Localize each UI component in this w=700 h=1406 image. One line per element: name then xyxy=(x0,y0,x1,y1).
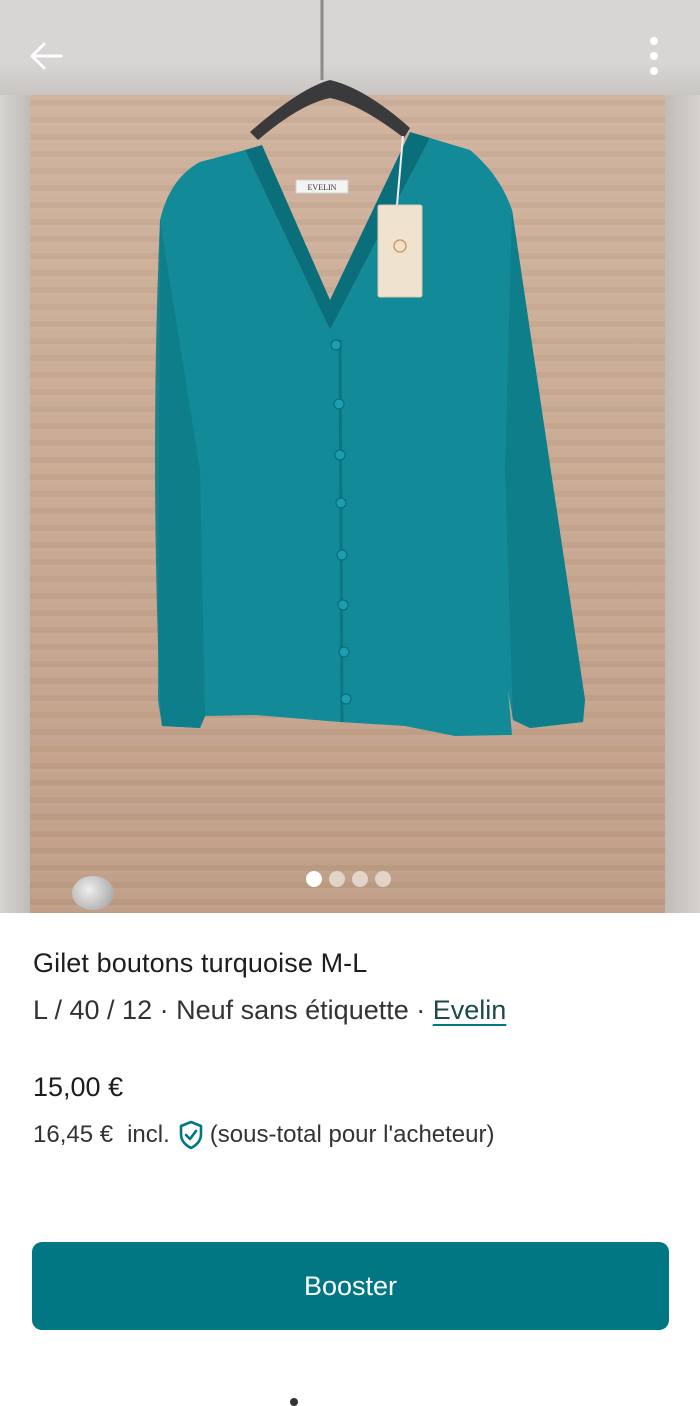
gallery-indicator xyxy=(306,871,391,887)
gallery-dot[interactable] xyxy=(352,871,368,887)
shield-check-icon xyxy=(179,1120,203,1150)
item-condition: Neuf sans étiquette xyxy=(176,995,409,1025)
item-size: L / 40 / 12 xyxy=(33,995,153,1025)
cardigan-image: EVELIN xyxy=(155,0,585,736)
buyer-subtotal-note: (sous-total pour l'acheteur) xyxy=(209,1121,495,1148)
item-title: Gilet boutons turquoise M-L xyxy=(33,948,368,978)
brand-link[interactable]: Evelin xyxy=(433,995,507,1025)
arrow-left-icon xyxy=(30,42,63,70)
separator: · xyxy=(152,995,177,1025)
more-options-button[interactable] xyxy=(634,32,674,80)
separator: · xyxy=(408,995,433,1025)
cardigan-placket xyxy=(338,339,344,723)
garment-label-text: EVELIN xyxy=(308,183,337,192)
buyer-price: 16,45 € xyxy=(33,1121,114,1148)
gallery-dot[interactable] xyxy=(329,871,345,887)
more-vertical-icon xyxy=(650,37,658,75)
buyer-protection-button[interactable] xyxy=(178,1120,204,1150)
item-photo-gallery[interactable]: EVELIN xyxy=(0,0,700,913)
hanger xyxy=(250,80,410,140)
gallery-dot[interactable] xyxy=(375,871,391,887)
cardigan-right-sleeve xyxy=(505,210,585,728)
booster-button[interactable]: Booster xyxy=(32,1242,669,1330)
buyer-price-row: 16,45 € incl. (sous-total pour l'acheteu… xyxy=(33,1120,494,1150)
gallery-dot-active[interactable] xyxy=(306,871,322,887)
item-price: 15,00 € xyxy=(33,1072,124,1102)
item-details: L / 40 / 12 · Neuf sans étiquette · Evel… xyxy=(33,995,506,1026)
incl-label: incl. xyxy=(127,1121,170,1148)
hang-tag xyxy=(377,204,423,298)
back-button[interactable] xyxy=(24,34,68,78)
